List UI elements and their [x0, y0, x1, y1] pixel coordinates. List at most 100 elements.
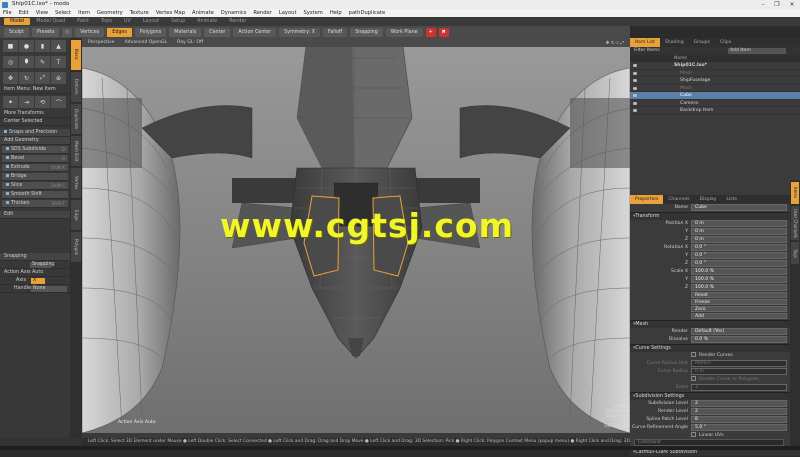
render-curves-checkbox[interactable]: Render Curves	[691, 351, 733, 360]
position-z-field[interactable]: 0 m	[691, 236, 787, 243]
menu-item[interactable]: Item	[78, 10, 90, 16]
vtab-user-channels[interactable]: User Channels	[791, 206, 799, 240]
transform-section[interactable]: Transform	[630, 211, 800, 220]
subdivision-level-field[interactable]: 2	[691, 400, 787, 407]
vtab-edge[interactable]: Edge	[71, 200, 81, 230]
vtab-basic[interactable]: Basic	[71, 40, 81, 70]
render-curve-poly-checkbox[interactable]: Render Curve as Polygons	[691, 375, 759, 384]
list-item[interactable]: Mesh	[630, 85, 800, 92]
scale-icon[interactable]: ⤢	[35, 72, 50, 84]
vtab-vertex[interactable]: Vertex	[71, 168, 81, 198]
handle-dropdown[interactable]: None	[31, 286, 67, 292]
edges-mode-button[interactable]: Edges	[107, 27, 132, 37]
capsule-icon[interactable]: ⬮	[19, 56, 34, 68]
add-geometry-header[interactable]: Add Geometry	[0, 137, 70, 145]
command-input[interactable]: Command	[634, 439, 784, 446]
snapping-button[interactable]: Snapping	[350, 27, 383, 37]
scale-y-field[interactable]: 100.0 %	[691, 276, 787, 283]
maximize-button[interactable]: ❐	[771, 1, 783, 8]
symmetry-dropdown[interactable]: Symmetry: X	[279, 27, 321, 37]
vtab-duplicate[interactable]: Duplicate	[71, 104, 81, 134]
push-icon[interactable]: ⇥	[19, 96, 34, 108]
minimize-button[interactable]: –	[757, 1, 769, 8]
curve-radius-unit-dropdown[interactable]: Meters	[691, 360, 787, 367]
list-item-selected[interactable]: Cube	[630, 92, 800, 100]
snaps-precision-header[interactable]: Snaps and Precision	[0, 129, 70, 137]
position-y-field[interactable]: 0 m	[691, 228, 787, 235]
center-mode-button[interactable]: Center	[204, 27, 231, 37]
cylinder-icon[interactable]: ▮	[35, 40, 50, 52]
tab-item-list[interactable]: Item List	[630, 38, 660, 47]
tab-uv[interactable]: UV	[118, 18, 137, 25]
menu-view[interactable]: View	[36, 10, 48, 16]
trash-icon[interactable]: ✖	[438, 27, 449, 37]
torus-icon[interactable]: ◎	[3, 56, 18, 68]
extrude-button[interactable]: Extrude Shift-X	[2, 164, 68, 172]
more-transforms-dropdown[interactable]: More Transforms	[0, 110, 70, 118]
dissolve-field[interactable]: 0.0 %	[691, 336, 787, 343]
reset-dropdown[interactable]: Reset	[691, 292, 787, 299]
text-icon[interactable]: T	[51, 56, 66, 68]
tab-animate[interactable]: Animate	[191, 18, 223, 25]
tab-channels[interactable]: Channels	[663, 195, 694, 204]
sculpt-button[interactable]: Sculpt	[4, 27, 29, 37]
name-field[interactable]: Cube	[691, 204, 787, 211]
bevel-button[interactable]: Bevel B	[2, 155, 68, 163]
pen-icon[interactable]: ✎	[35, 56, 50, 68]
list-item[interactable]: Backdrop Item	[630, 107, 800, 115]
list-item[interactable]: Camera	[630, 100, 800, 107]
menu-path-duplicate[interactable]: pathDuplicate	[349, 10, 386, 16]
menu-file[interactable]: File	[3, 10, 12, 16]
freeze-dropdown[interactable]: Freeze	[691, 299, 787, 306]
transform-icon[interactable]: ⊕	[51, 72, 66, 84]
tab-topo[interactable]: Topo	[95, 18, 118, 25]
rotation-z-field[interactable]: 0.0 °	[691, 260, 787, 267]
close-button[interactable]: ✕	[786, 1, 798, 8]
menu-layout[interactable]: Layout	[279, 10, 297, 16]
vtab-tags[interactable]: Tags	[791, 242, 799, 264]
menu-render[interactable]: Render	[253, 10, 271, 16]
tab-render[interactable]: Render	[223, 18, 252, 25]
filter-items-input[interactable]: Filter Items	[634, 48, 660, 53]
visibility-eye-icon[interactable]	[633, 101, 637, 105]
falloff-dropdown[interactable]: Falloff	[323, 27, 348, 37]
render-dropdown[interactable]: Default (Yes)	[691, 328, 787, 335]
visibility-eye-icon[interactable]	[633, 109, 637, 112]
menu-select[interactable]: Select	[55, 10, 71, 16]
list-item[interactable]: Mesh	[630, 70, 800, 77]
bridge-button[interactable]: Bridge	[2, 173, 68, 181]
cube-icon[interactable]: ■	[3, 40, 18, 52]
action-axis-header[interactable]: Action Axis Auto	[0, 269, 70, 277]
tab-setup[interactable]: Setup	[165, 18, 191, 25]
position-x-field[interactable]: 0 m	[691, 220, 787, 227]
scale-z-field[interactable]: 100.0 %	[691, 284, 787, 291]
visibility-eye-icon[interactable]	[633, 79, 637, 82]
bend-icon[interactable]: ⌒	[51, 96, 66, 108]
list-item[interactable]: ShipFuselage	[630, 77, 800, 85]
tab-lists[interactable]: Lists	[721, 195, 741, 204]
add-item-dropdown[interactable]: Add Item	[728, 48, 786, 54]
curve-radius-field[interactable]: 0 m	[691, 368, 787, 375]
ray-gl-toggle[interactable]: Ray GL: Off	[177, 40, 203, 45]
vertices-mode-button[interactable]: Vertices	[75, 27, 105, 37]
vtab-polygon[interactable]: Polygon	[71, 232, 81, 262]
menu-system[interactable]: System	[303, 10, 322, 16]
sds-subdivide-button[interactable]: SDS Subdivide D	[2, 146, 68, 154]
vtab-items[interactable]: Items	[791, 182, 799, 204]
visibility-eye-icon[interactable]	[633, 94, 637, 97]
axis-x-button[interactable]: X	[31, 278, 45, 284]
name-column-header[interactable]: Name	[630, 55, 800, 62]
render-level-field[interactable]: 2	[691, 408, 787, 415]
twist-icon[interactable]: ⟲	[35, 96, 50, 108]
element-move-icon[interactable]: ✦	[3, 96, 18, 108]
visibility-eye-icon[interactable]	[633, 86, 637, 90]
menu-texture[interactable]: Texture	[130, 10, 149, 16]
list-item[interactable]: Ship01C.lxo*	[630, 62, 800, 70]
move-icon[interactable]: ✥	[3, 72, 18, 84]
cone-icon[interactable]: ▲	[51, 40, 66, 52]
tab-clips[interactable]: Clips	[715, 38, 736, 47]
menu-help[interactable]: Help	[330, 10, 342, 16]
scale-x-field[interactable]: 100.0 %	[691, 268, 787, 275]
work-plane-dropdown[interactable]: Work Plane	[385, 27, 423, 37]
thicken-button[interactable]: Thicken Shift-T	[2, 200, 68, 208]
